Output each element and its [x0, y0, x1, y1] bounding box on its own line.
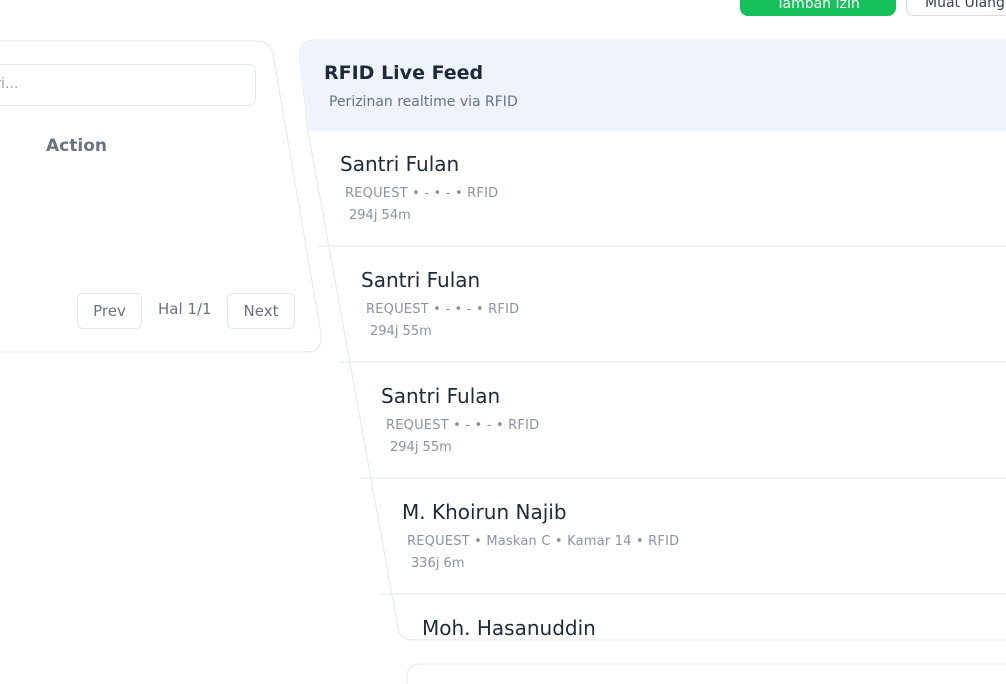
feed-item-name: Santri Fulan: [340, 152, 460, 176]
feed-item-name: Santri Fulan: [381, 384, 501, 408]
feed-item[interactable]: Moh. Hasanuddin: [400, 598, 1006, 638]
feed-item-time: 294j 55m: [370, 324, 432, 339]
feed-item-meta: REQUEST • - • - • RFID: [366, 302, 520, 317]
feed-item-time: 294j 55m: [390, 440, 452, 455]
feed-item-time: 294j 54m: [349, 208, 411, 223]
feed-subtitle: Perizinan realtime via RFID: [329, 94, 518, 110]
feed-item-name: Moh. Hasanuddin: [422, 616, 596, 638]
feed-item-name: M. Khoirun Najib: [402, 500, 567, 524]
feed-item-meta: REQUEST • Maskan C • Kamar 14 • RFID: [407, 534, 680, 549]
feed-item-meta: REQUEST • - • - • RFID: [345, 186, 499, 201]
feed-item-time: 336j 6m: [411, 556, 465, 571]
feed-item-meta: REQUEST • - • - • RFID: [386, 418, 540, 433]
feed-item-name: Santri Fulan: [361, 268, 481, 292]
feed-title: RFID Live Feed: [324, 62, 484, 84]
